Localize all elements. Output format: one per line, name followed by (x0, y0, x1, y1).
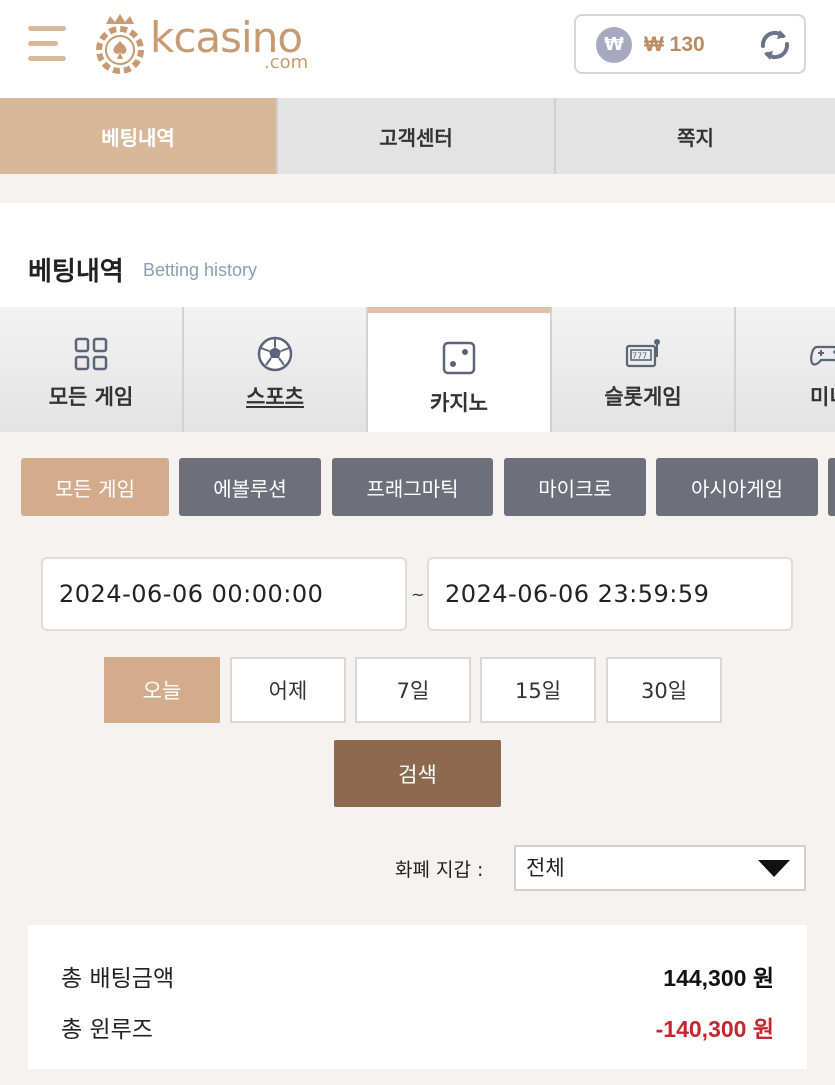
provider-asia-gaming-button[interactable]: 아시아게임 (656, 458, 818, 516)
game-category-tabs: 모든 게임 스포츠 카지노 777 슬롯게임 미 (0, 307, 835, 432)
quick-date-today[interactable]: 오늘 (104, 657, 220, 723)
tab-betting-history[interactable]: 베팅내역 (0, 98, 278, 174)
provider-filter: 모든 게임 에볼루션 프래그마틱 마이크로 아시아게임 (0, 458, 835, 516)
start-date-field[interactable]: 2024-06-06 00:00:00 (41, 557, 407, 631)
provider-more-button[interactable] (828, 458, 835, 516)
quick-date-7days[interactable]: 7일 (355, 657, 471, 723)
betting-summary: 총 배팅금액 144,300 원 총 윈루즈 -140,300 원 (28, 925, 807, 1069)
currency-wallet-select[interactable]: 전체 (514, 845, 806, 891)
game-tab-label: 슬롯게임 (604, 385, 682, 409)
soccer-ball-icon (257, 336, 293, 372)
game-tab-casino[interactable]: 카지노 (368, 307, 552, 432)
game-tab-all[interactable]: 모든 게임 (0, 307, 184, 432)
quick-date-15days[interactable]: 15일 (480, 657, 596, 723)
quick-date-yesterday[interactable]: 어제 (230, 657, 346, 723)
search-button[interactable]: 검색 (334, 740, 501, 807)
tab-messages[interactable]: 쪽지 (556, 98, 835, 174)
currency-wallet-label: 화폐 지갑 : (395, 859, 484, 881)
game-tab-sports[interactable]: 스포츠 (184, 307, 368, 432)
grid-icon (74, 337, 108, 371)
logo[interactable]: kcasino .com (92, 14, 332, 76)
casino-chip-crown-icon (96, 14, 144, 74)
game-tab-label: 스포츠 (246, 385, 304, 409)
provider-pragmatic-button[interactable]: 프래그마틱 (332, 458, 493, 516)
header: kcasino .com ₩ ₩ 130 (0, 0, 835, 98)
refresh-icon[interactable] (756, 26, 794, 64)
game-tab-label: 카지노 (430, 391, 488, 415)
game-tab-slots[interactable]: 777 슬롯게임 (552, 307, 736, 432)
gamepad-icon (810, 345, 835, 366)
tab-customer-center[interactable]: 고객센터 (278, 98, 556, 174)
currency-selected-value: 전체 (526, 856, 565, 880)
quick-date-30days[interactable]: 30일 (606, 657, 722, 723)
menu-icon[interactable] (28, 24, 66, 62)
svg-text:777: 777 (632, 352, 647, 361)
page-subtitle: Betting history (143, 260, 258, 280)
date-range-separator: ~ (411, 585, 425, 604)
wallet-balance[interactable]: ₩ ₩ 130 (574, 14, 806, 74)
provider-all-button[interactable]: 모든 게임 (21, 458, 169, 516)
total-bet-value: 144,300 원 (663, 965, 774, 991)
dropdown-arrow-icon (758, 860, 790, 877)
game-tab-label: 모든 게임 (48, 385, 134, 409)
total-winloss-label: 총 윈루즈 (61, 1017, 153, 1043)
dice-icon (442, 341, 476, 375)
won-currency-icon: ₩ (596, 27, 632, 63)
section-header: 베팅내역 Betting history (0, 203, 835, 308)
total-bet-label: 총 배팅금액 (61, 966, 175, 992)
provider-evolution-button[interactable]: 에볼루션 (179, 458, 321, 516)
end-date-field[interactable]: 2024-06-06 23:59:59 (427, 557, 793, 631)
wallet-amount: ₩ 130 (644, 33, 705, 56)
top-navigation: 베팅내역 고객센터 쪽지 (0, 98, 835, 174)
logo-subtext: .com (264, 52, 309, 73)
total-winloss-value: -140,300 원 (655, 1016, 774, 1042)
slot-machine-icon: 777 (625, 339, 660, 368)
page-title: 베팅내역 (28, 257, 124, 287)
game-tab-mini[interactable]: 미니 (736, 307, 835, 432)
provider-micro-button[interactable]: 마이크로 (504, 458, 646, 516)
game-tab-label: 미니 (810, 385, 835, 409)
